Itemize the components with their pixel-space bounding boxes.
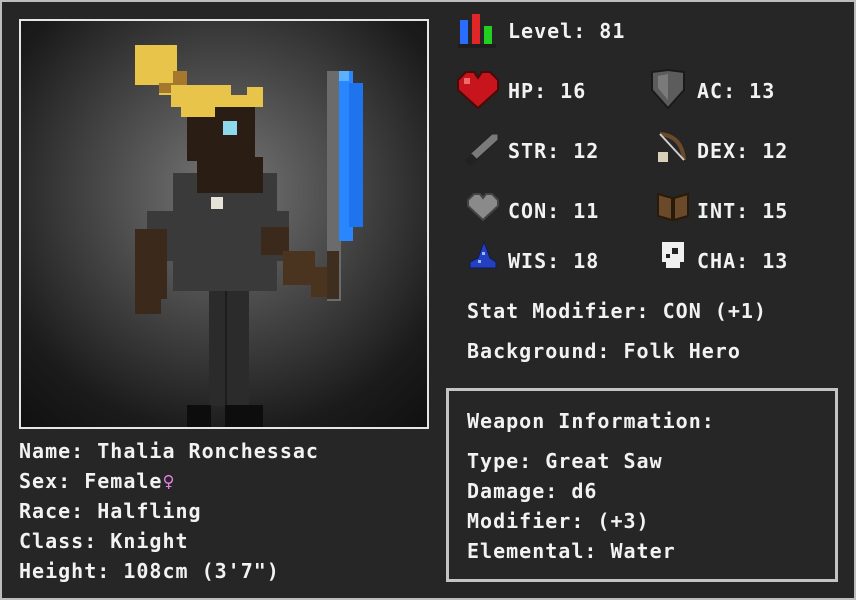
stat-modifier-label: Stat Modifier: [467, 299, 650, 323]
class-value: Knight [110, 529, 189, 553]
skull-icon [662, 242, 684, 268]
str-label: STR: [508, 139, 561, 163]
cha-value: 13 [762, 249, 789, 273]
background: Background: Folk Hero [467, 339, 741, 363]
heart-icon [457, 71, 499, 110]
str-value: 12 [573, 139, 600, 163]
dex-label: DEX: [697, 139, 750, 163]
level-value: 81 [599, 19, 626, 43]
shield-icon [651, 68, 685, 110]
weapon-type-label: Type: [467, 449, 533, 473]
character-name: Name: Thalia Ronchessac [19, 439, 319, 463]
con-value: 11 [573, 199, 600, 223]
int-label: INT: [697, 199, 750, 223]
stone-heart-icon [467, 193, 499, 222]
weapon-title: Weapon Information: [467, 409, 715, 433]
character-portrait [19, 19, 429, 429]
level-label: Level: [508, 19, 587, 43]
weapon-modifier-label: Modifier: [467, 509, 585, 533]
weapon-type: Type: Great Saw [467, 449, 663, 473]
sex-label: Sex: [19, 469, 72, 493]
background-value: Folk Hero [623, 339, 741, 363]
race-label: Race: [19, 499, 85, 523]
bow-icon [658, 132, 686, 162]
weapon-elemental-label: Elemental: [467, 539, 598, 563]
female-symbol-icon: ♀ [162, 469, 176, 493]
character-sex: Sex: Female♀ [19, 469, 176, 493]
str-stat: STR: 12 [508, 139, 599, 163]
weapon-modifier: Modifier: (+3) [467, 509, 650, 533]
cha-label: CHA: [697, 249, 750, 273]
con-stat: CON: 11 [508, 199, 599, 223]
weapon-elemental-value: Water [610, 539, 676, 563]
hp-label: HP: [508, 79, 548, 103]
int-value: 15 [762, 199, 789, 223]
ac-stat: AC: 13 [697, 79, 775, 103]
height-value: 108cm (3'7") [123, 559, 280, 583]
ac-label: AC: [697, 79, 737, 103]
class-label: Class: [19, 529, 98, 553]
stat-modifier: Stat Modifier: CON (+1) [467, 299, 767, 323]
weapon-damage-value: d6 [571, 479, 598, 503]
hp-stat: HP: 16 [508, 79, 586, 103]
race-value: Halfling [97, 499, 202, 523]
stat-modifier-value: CON (+1) [662, 299, 767, 323]
character-class: Class: Knight [19, 529, 189, 553]
book-icon [657, 192, 689, 222]
sex-value: Female [84, 469, 163, 493]
wizard-hat-icon [469, 240, 497, 269]
level-bars-icon [458, 14, 496, 48]
wis-value: 18 [573, 249, 600, 273]
height-label: Height: [19, 559, 111, 583]
hp-value: 16 [560, 79, 587, 103]
background-label: Background: [467, 339, 611, 363]
sword-icon [464, 133, 499, 166]
wis-label: WIS: [508, 249, 561, 273]
weapon-damage-label: Damage: [467, 479, 559, 503]
character-sprite [135, 45, 363, 427]
cha-stat: CHA: 13 [697, 249, 788, 273]
dex-stat: DEX: 12 [697, 139, 788, 163]
name-value: Thalia Ronchessac [97, 439, 319, 463]
weapon-damage: Damage: d6 [467, 479, 597, 503]
character-race: Race: Halfling [19, 499, 202, 523]
dex-value: 12 [762, 139, 789, 163]
name-label: Name: [19, 439, 85, 463]
character-height: Height: 108cm (3'7") [19, 559, 280, 583]
ac-value: 13 [749, 79, 776, 103]
wis-stat: WIS: 18 [508, 249, 599, 273]
weapon-modifier-value: (+3) [597, 509, 650, 533]
int-stat: INT: 15 [697, 199, 788, 223]
weapon-elemental: Elemental: Water [467, 539, 676, 563]
level-stat: Level: 81 [508, 19, 625, 43]
weapon-type-value: Great Saw [545, 449, 663, 473]
con-label: CON: [508, 199, 561, 223]
